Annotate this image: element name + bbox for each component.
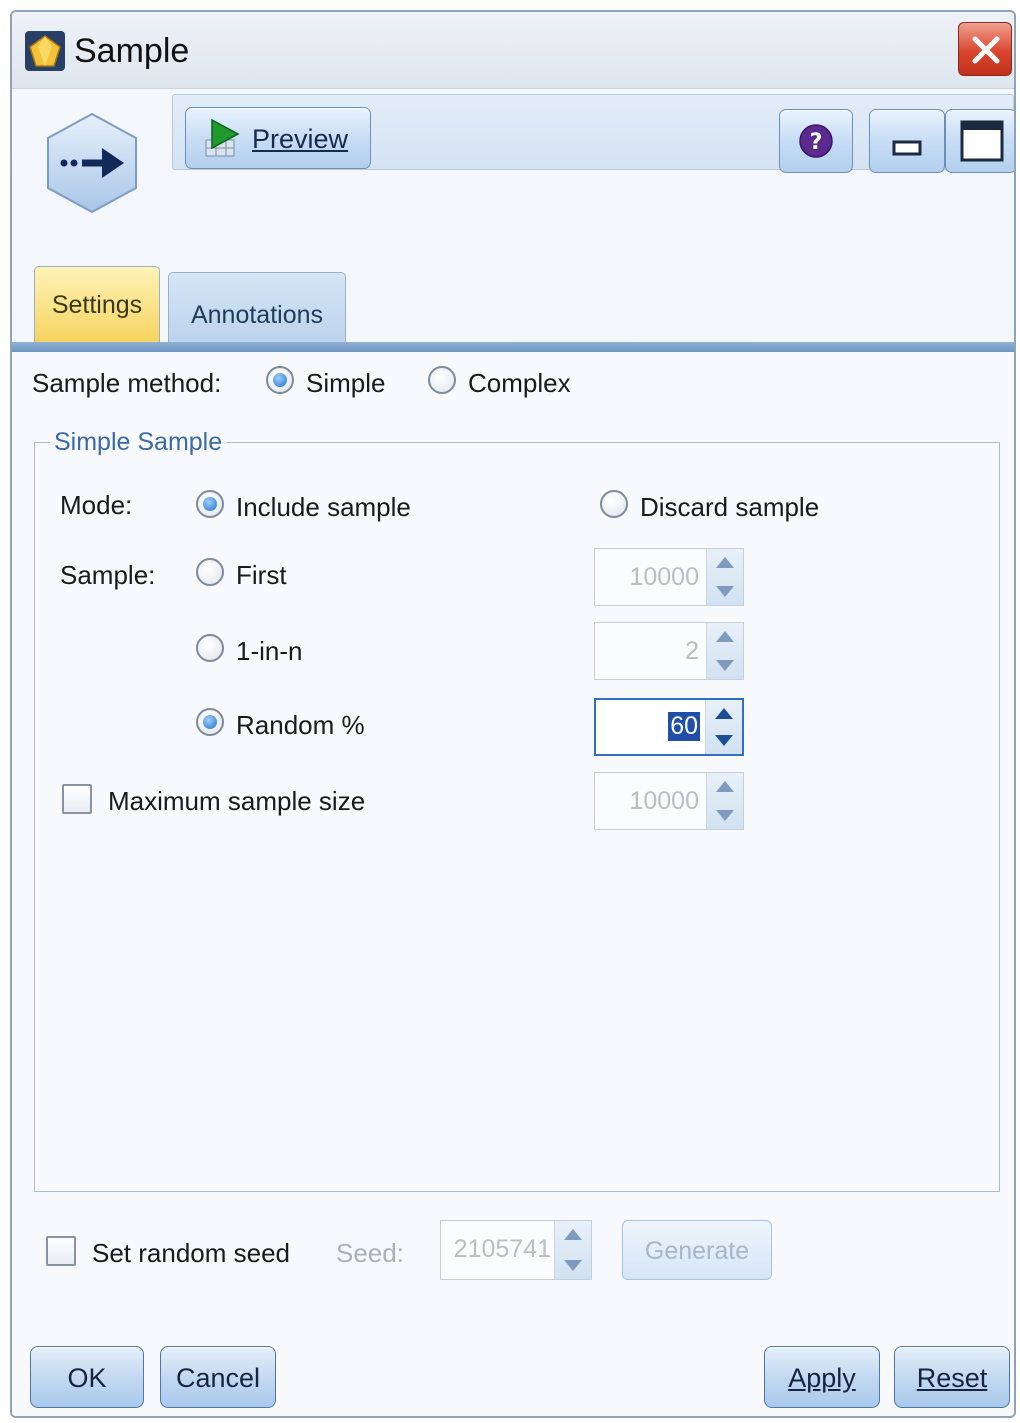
spinner-up-arrow-icon[interactable]: [564, 1229, 582, 1240]
one-in-n-spinner[interactable]: 2: [594, 622, 744, 680]
one-in-n-label: 1-in-n: [236, 636, 303, 666]
close-icon: [972, 36, 1000, 64]
ok-button[interactable]: OK: [30, 1346, 144, 1408]
spinner-down-arrow-icon[interactable]: [716, 586, 734, 597]
spinner-up-arrow-icon[interactable]: [716, 631, 734, 642]
include-sample-label: Include sample: [236, 492, 411, 522]
sample-method-label: Sample method:: [32, 368, 222, 398]
minimize-button[interactable]: [869, 109, 945, 173]
one-in-n-radio[interactable]: [196, 634, 224, 662]
seed-spinner[interactable]: 2105741: [440, 1220, 592, 1280]
preview-button[interactable]: Preview: [185, 107, 371, 169]
reset-button[interactable]: Reset: [894, 1346, 1010, 1408]
help-icon: ?: [799, 124, 833, 158]
spinner-up-arrow-icon[interactable]: [715, 708, 733, 719]
reset-label: Reset: [916, 1363, 988, 1393]
sample-label: Sample:: [60, 560, 156, 590]
spinner-up-arrow-icon[interactable]: [716, 557, 734, 568]
simple-method-label: Simple: [306, 368, 386, 398]
svg-text:?: ?: [810, 130, 823, 155]
first-label: First: [236, 560, 287, 590]
help-button[interactable]: ?: [779, 109, 853, 173]
spinner-down-arrow-icon[interactable]: [715, 735, 733, 746]
apply-button[interactable]: Apply: [764, 1346, 880, 1408]
seed-label: Seed:: [336, 1238, 404, 1268]
simple-sample-group-title: Simple Sample: [50, 428, 227, 457]
complex-method-radio[interactable]: [428, 366, 456, 394]
first-radio[interactable]: [196, 558, 224, 586]
cancel-button[interactable]: Cancel: [160, 1346, 276, 1408]
close-button[interactable]: [958, 22, 1012, 76]
discard-sample-radio[interactable]: [600, 490, 628, 518]
maximize-icon: [960, 120, 1004, 162]
discard-sample-label: Discard sample: [640, 492, 820, 522]
sample-node-icon: [47, 112, 137, 214]
one-in-n-value: 2: [685, 637, 699, 665]
tab-settings[interactable]: Settings: [34, 266, 160, 346]
max-sample-size-checkbox[interactable]: [62, 784, 92, 814]
toolbar: Preview ?: [172, 94, 1014, 173]
max-sample-size-spinner[interactable]: 10000: [594, 772, 744, 830]
random-percent-radio[interactable]: [196, 708, 224, 736]
first-count-spinner[interactable]: 10000: [594, 548, 744, 606]
apply-label: Apply: [788, 1363, 856, 1393]
max-sample-size-value: 10000: [629, 787, 699, 815]
include-sample-radio[interactable]: [196, 490, 224, 518]
preview-play-icon: [205, 118, 240, 157]
preview-label: Preview: [252, 124, 349, 154]
first-count-value: 10000: [629, 563, 699, 591]
set-random-seed-label: Set random seed: [92, 1238, 291, 1268]
spinner-down-arrow-icon[interactable]: [716, 660, 734, 671]
minimize-icon: [892, 140, 922, 156]
set-random-seed-checkbox[interactable]: [46, 1236, 76, 1266]
sample-dialog: Sample Preview ? Settings Annotations Sa…: [10, 10, 1016, 1418]
tab-annotations[interactable]: Annotations: [168, 272, 346, 346]
window-title: Sample: [74, 32, 190, 70]
random-percent-spinner[interactable]: 60: [594, 698, 744, 756]
complex-method-label: Complex: [468, 368, 571, 398]
sample-node-app-icon: [25, 31, 65, 71]
generate-button[interactable]: Generate: [622, 1220, 772, 1280]
random-percent-value[interactable]: 60: [668, 712, 700, 741]
seed-value: 2105741: [453, 1235, 551, 1263]
maximize-button[interactable]: [945, 109, 1014, 173]
tab-strip: [12, 342, 1014, 352]
mode-label: Mode:: [60, 490, 133, 520]
simple-sample-group: [34, 442, 1000, 1192]
spinner-up-arrow-icon[interactable]: [716, 781, 734, 792]
title-bar: Sample: [12, 12, 1014, 89]
random-percent-label: Random %: [236, 710, 365, 740]
spinner-down-arrow-icon[interactable]: [716, 810, 734, 821]
max-sample-size-label: Maximum sample size: [108, 786, 366, 816]
spinner-down-arrow-icon[interactable]: [564, 1260, 582, 1271]
simple-method-radio[interactable]: [266, 366, 294, 394]
